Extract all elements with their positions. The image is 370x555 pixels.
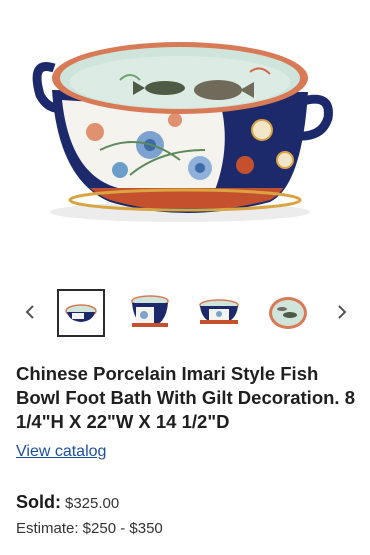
thumbnail-2[interactable]: [126, 289, 174, 337]
sold-label: Sold:: [16, 492, 61, 512]
sold-row: Sold: $325.00: [16, 492, 119, 513]
sold-price: $325.00: [65, 495, 120, 512]
view-catalog-link[interactable]: View catalog: [16, 443, 106, 461]
main-product-image[interactable]: [0, 0, 370, 270]
chevron-left-icon[interactable]: [16, 297, 46, 327]
thumbnail-carousel: [0, 285, 370, 345]
thumbnail-4[interactable]: [264, 289, 312, 337]
thumbnail-3[interactable]: [195, 289, 243, 337]
estimate-text: Estimate: $250 - $350: [16, 520, 163, 537]
chevron-right-icon[interactable]: [326, 297, 356, 327]
thumbnail-1[interactable]: [57, 289, 105, 337]
product-title: Chinese Porcelain Imari Style Fish Bowl …: [16, 363, 355, 432]
